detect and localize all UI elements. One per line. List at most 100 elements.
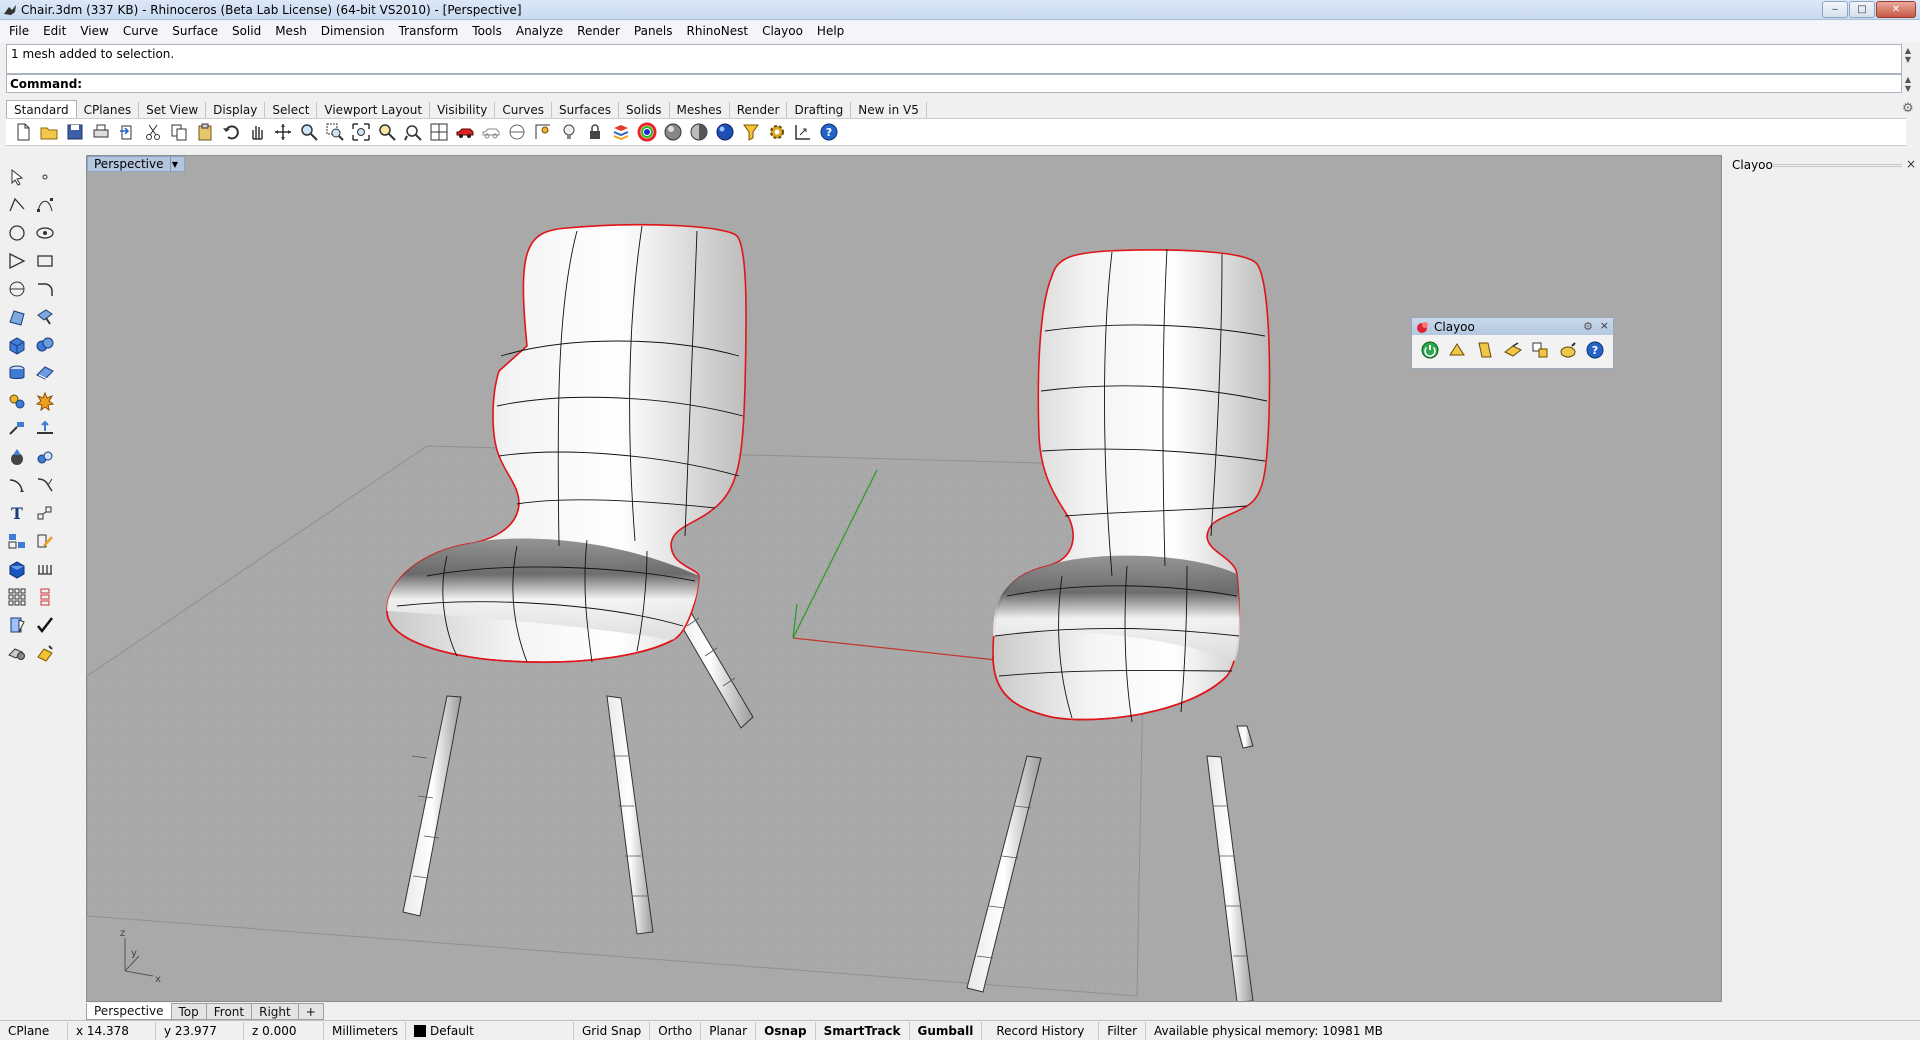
chair-1-shell[interactable]	[386, 223, 747, 663]
menu-help[interactable]: Help	[810, 20, 851, 42]
status-record-history[interactable]: Record History	[982, 1021, 1100, 1040]
viewport-tab-front[interactable]: Front	[206, 1003, 253, 1020]
command-input[interactable]	[85, 76, 1886, 91]
arc-icon[interactable]	[4, 276, 30, 302]
maximize-button[interactable]: □	[1849, 1, 1875, 18]
array-linear-icon[interactable]	[32, 556, 58, 582]
menu-edit[interactable]: Edit	[36, 20, 73, 42]
menu-render[interactable]: Render	[570, 20, 627, 42]
menu-rhinonest[interactable]: RhinoNest	[680, 20, 756, 42]
filter-icon[interactable]	[738, 120, 764, 144]
menu-analyze[interactable]: Analyze	[509, 20, 570, 42]
lock-icon[interactable]	[582, 120, 608, 144]
menu-mesh[interactable]: Mesh	[268, 20, 314, 42]
tab-visibility[interactable]: Visibility	[430, 102, 496, 118]
viewport-title[interactable]: Perspective ▼	[87, 156, 185, 172]
clayoo-convert-icon[interactable]	[1526, 338, 1554, 362]
tab-render[interactable]: Render	[730, 102, 788, 118]
status-planar[interactable]: Planar	[701, 1021, 757, 1040]
clayoo-toolbar-titlebar[interactable]: Clayoo ⚙ ×	[1412, 318, 1613, 335]
mesh-tools-icon[interactable]	[4, 388, 30, 414]
box-solid-icon[interactable]	[4, 332, 30, 358]
new-file-icon[interactable]	[10, 120, 36, 144]
viewport-menu-dropdown-icon[interactable]: ▼	[169, 157, 180, 171]
tab-select[interactable]: Select	[265, 102, 318, 118]
rectangle-icon[interactable]	[32, 248, 58, 274]
scroll-up-icon[interactable]: ▲	[1905, 46, 1911, 55]
clayoo-pot-icon[interactable]	[1554, 338, 1582, 362]
scroll-down-icon[interactable]: ▼	[1905, 55, 1911, 64]
menu-dimension[interactable]: Dimension	[314, 20, 392, 42]
menu-surface[interactable]: Surface	[165, 20, 225, 42]
menu-panels[interactable]: Panels	[627, 20, 680, 42]
import-icon[interactable]	[114, 120, 140, 144]
undo-icon[interactable]	[218, 120, 244, 144]
fillet-curve-icon[interactable]	[32, 276, 58, 302]
layer-icon[interactable]	[608, 120, 634, 144]
paste-icon[interactable]	[192, 120, 218, 144]
tab-standard[interactable]: Standard	[6, 100, 77, 118]
zoom-window-icon[interactable]	[322, 120, 348, 144]
polyline-icon[interactable]	[4, 192, 30, 218]
distribute-icon[interactable]	[32, 584, 58, 610]
car-wireframe-icon[interactable]	[478, 120, 504, 144]
tab-surfaces[interactable]: Surfaces	[552, 102, 620, 118]
point-icon[interactable]	[32, 164, 58, 190]
four-view-icon[interactable]	[426, 120, 452, 144]
surface-from-points-icon[interactable]	[4, 304, 30, 330]
status-filter[interactable]: Filter	[1099, 1021, 1147, 1040]
curve-control-points-icon[interactable]	[32, 192, 58, 218]
clayoo-extrude-icon[interactable]	[1499, 338, 1527, 362]
menu-clayoo[interactable]: Clayoo	[755, 20, 810, 42]
cplane-icon[interactable]	[504, 120, 530, 144]
side-panel-close-icon[interactable]: ×	[1906, 157, 1916, 171]
rotate-view-icon[interactable]	[270, 120, 296, 144]
snap-icon[interactable]	[790, 120, 816, 144]
help-icon[interactable]: ?	[816, 120, 842, 144]
named-views-icon[interactable]	[530, 120, 556, 144]
tab-new-in-v5[interactable]: New in V5	[851, 102, 927, 118]
blend-curve-icon[interactable]	[32, 472, 58, 498]
command-history-scrollbar[interactable]: ▲ ▼	[1902, 46, 1914, 74]
viewport-tab-top[interactable]: Top	[171, 1003, 207, 1020]
clayoo-primitive-icon[interactable]	[1444, 338, 1472, 362]
tab-curves[interactable]: Curves	[495, 102, 553, 118]
status-ortho[interactable]: Ortho	[650, 1021, 702, 1040]
clayoo-floating-toolbar[interactable]: Clayoo ⚙ × ?	[1411, 317, 1614, 369]
render-tools-icon[interactable]	[4, 640, 30, 666]
color-wheel-icon[interactable]	[634, 120, 660, 144]
circle-icon[interactable]	[4, 220, 30, 246]
boolean-union-icon[interactable]	[32, 332, 58, 358]
move-tool-icon[interactable]	[32, 416, 58, 442]
status-gumball[interactable]: Gumball	[910, 1021, 983, 1040]
tab-cplanes[interactable]: CPlanes	[77, 102, 140, 118]
clayoo-help-icon[interactable]: ?	[1581, 338, 1609, 362]
cut-icon[interactable]	[140, 120, 166, 144]
scroll-up-icon[interactable]: ▲	[1905, 75, 1911, 84]
open-folder-icon[interactable]	[36, 120, 62, 144]
viewport-tab-right[interactable]: Right	[252, 1003, 299, 1020]
close-button[interactable]: ✕	[1876, 1, 1916, 18]
toolbar-gear-icon[interactable]: ⚙	[1902, 101, 1916, 116]
pan-hand-icon[interactable]	[244, 120, 270, 144]
status-osnap[interactable]: Osnap	[756, 1021, 816, 1040]
command-history[interactable]: 1 mesh added to selection.	[6, 44, 1902, 74]
tab-display[interactable]: Display	[206, 102, 266, 118]
menu-view[interactable]: View	[73, 20, 115, 42]
print-icon[interactable]	[88, 120, 114, 144]
tab-viewport-layout[interactable]: Viewport Layout	[317, 102, 431, 118]
array-grid-icon[interactable]	[4, 584, 30, 610]
zoom-all-icon[interactable]	[400, 120, 426, 144]
fillet-icon[interactable]	[4, 472, 30, 498]
rhino-app-icon[interactable]	[3, 3, 17, 17]
check-icon[interactable]	[32, 612, 58, 638]
drafting-icon[interactable]	[4, 612, 30, 638]
ellipse-icon[interactable]	[32, 220, 58, 246]
shaded-sphere-icon[interactable]	[660, 120, 686, 144]
group-icon[interactable]	[4, 528, 30, 554]
options-gear-icon[interactable]	[764, 120, 790, 144]
command-line-scrollbar[interactable]: ▲ ▼	[1902, 75, 1914, 93]
copy-icon[interactable]	[166, 120, 192, 144]
side-panel-grip[interactable]	[1772, 164, 1902, 167]
tab-drafting[interactable]: Drafting	[787, 102, 852, 118]
